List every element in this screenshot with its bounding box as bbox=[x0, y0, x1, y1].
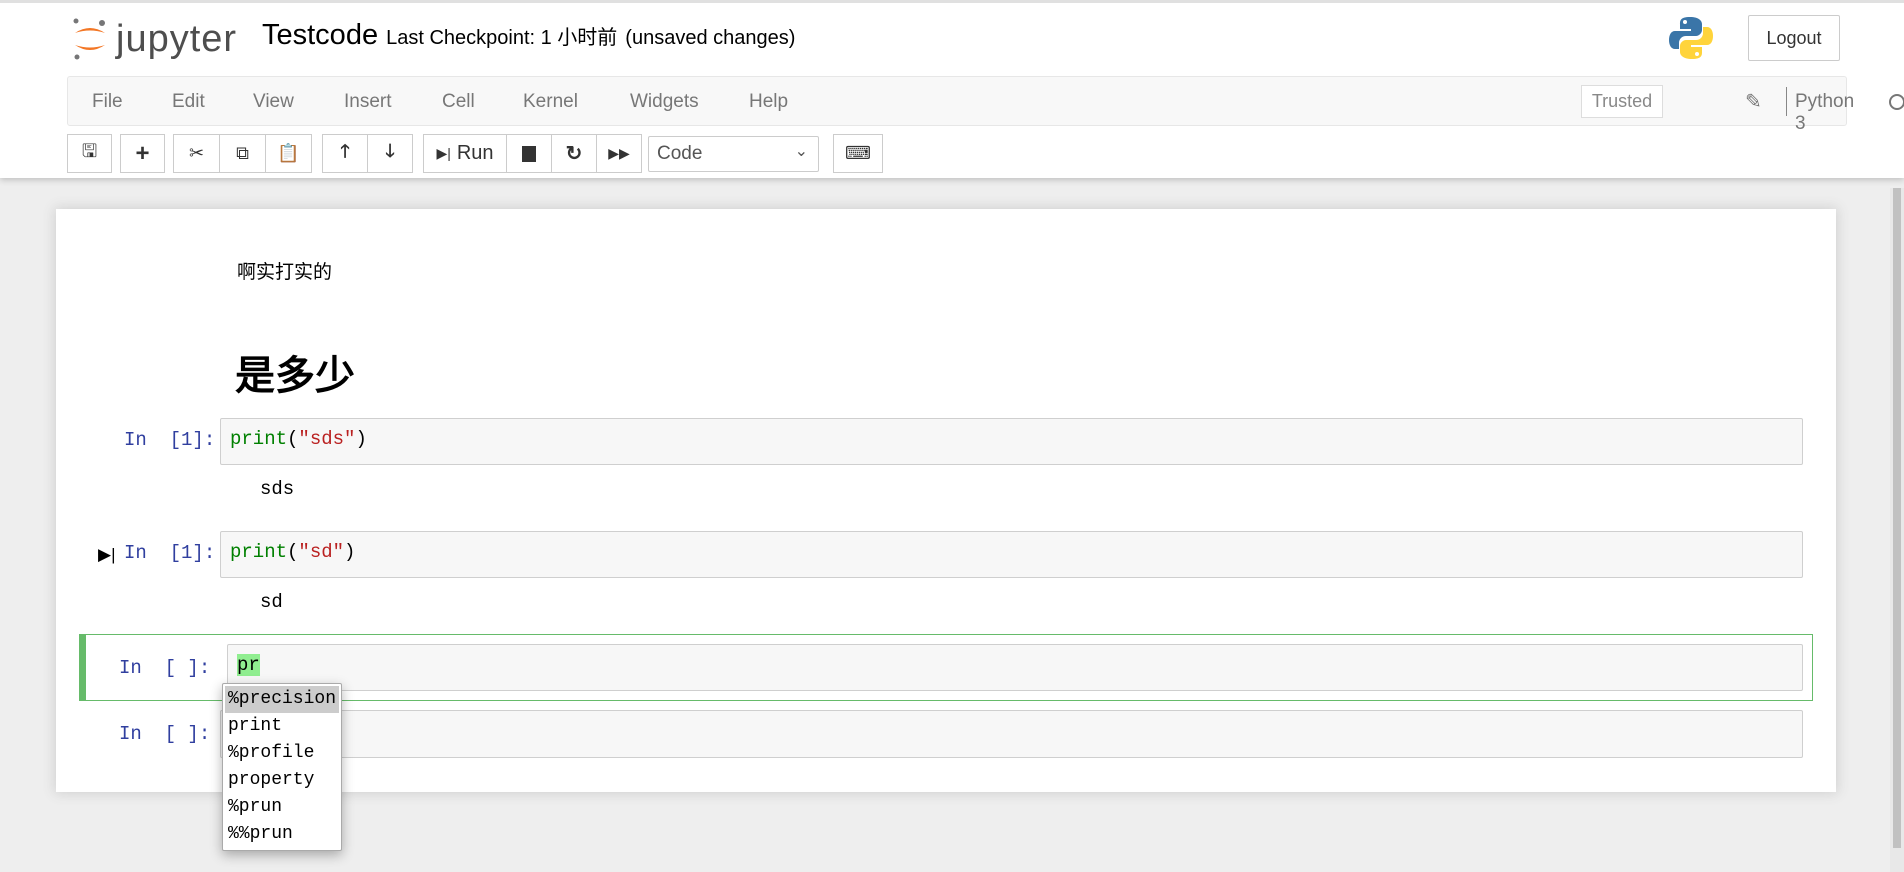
input-prompt: In [1]: bbox=[124, 429, 216, 451]
cell-type-value: Code bbox=[657, 143, 703, 164]
divider bbox=[1786, 87, 1787, 116]
menu-help[interactable]: Help bbox=[749, 91, 788, 113]
cell-output: sd bbox=[260, 591, 283, 613]
refresh-icon: ↻ bbox=[565, 143, 583, 165]
code-fn: print bbox=[230, 541, 288, 563]
fast-forward-icon: ▶▶ bbox=[608, 145, 630, 161]
code-input-active[interactable]: pr bbox=[227, 644, 1803, 691]
cell-type-select[interactable]: Code ⌄ bbox=[648, 136, 819, 172]
logout-button[interactable]: Logout bbox=[1748, 15, 1840, 61]
python-logo-icon bbox=[1669, 17, 1713, 59]
menu-edit[interactable]: Edit bbox=[172, 91, 205, 113]
move-up-button[interactable]: 🡑 bbox=[322, 134, 368, 173]
cut-button[interactable]: ✂ bbox=[173, 134, 220, 173]
code-input[interactable]: print("sd") bbox=[220, 531, 1803, 578]
plus-icon: + bbox=[135, 139, 150, 167]
menu-kernel[interactable]: Kernel bbox=[523, 91, 578, 113]
save-button[interactable]: 🖫 bbox=[67, 134, 112, 173]
completion-item[interactable]: %precision bbox=[225, 686, 339, 713]
scrollbar[interactable] bbox=[1890, 188, 1904, 872]
trusted-indicator[interactable]: Trusted bbox=[1581, 85, 1663, 118]
edit-mode-pencil-icon: ✎ bbox=[1745, 91, 1762, 113]
keyboard-icon: ⌨ bbox=[845, 143, 871, 163]
kernel-name[interactable]: Python 3 bbox=[1795, 91, 1854, 135]
code-input[interactable] bbox=[220, 710, 1803, 758]
unsaved-indicator: (unsaved changes) bbox=[625, 27, 796, 49]
input-prompt: In [ ]: bbox=[119, 723, 211, 745]
command-palette-button[interactable]: ⌨ bbox=[833, 134, 883, 173]
floppy-icon: 🖫 bbox=[81, 140, 98, 161]
restart-button[interactable]: ↻ bbox=[551, 134, 597, 173]
scrollbar-thumb[interactable] bbox=[1893, 188, 1901, 848]
completion-item[interactable]: %profile bbox=[225, 740, 339, 767]
paste-icon: 📋 bbox=[277, 143, 300, 163]
arrow-up-icon: 🡑 bbox=[340, 140, 350, 161]
header: jupyter Testcode Last Checkpoint: 1 小时前 … bbox=[0, 0, 1904, 178]
move-down-button[interactable]: 🡓 bbox=[367, 134, 413, 173]
step-forward-icon: ▶| bbox=[436, 145, 451, 161]
restart-run-all-button[interactable]: ▶▶ bbox=[596, 134, 642, 173]
code-fn: print bbox=[230, 428, 288, 450]
stop-icon bbox=[522, 145, 536, 162]
insert-cell-button[interactable]: + bbox=[120, 134, 165, 173]
markdown-heading[interactable]: 是多少 bbox=[235, 343, 355, 401]
cell-output: sds bbox=[260, 478, 295, 500]
run-button[interactable]: ▶| Run bbox=[423, 134, 507, 173]
input-prompt: In [1]: bbox=[124, 542, 216, 564]
scissors-icon: ✂ bbox=[188, 143, 205, 163]
menu-widgets[interactable]: Widgets bbox=[630, 91, 699, 113]
input-prompt: In [ ]: bbox=[119, 657, 211, 679]
menu-cell[interactable]: Cell bbox=[442, 91, 475, 113]
chevron-down-icon: ⌄ bbox=[794, 143, 808, 160]
logo-text: jupyter bbox=[116, 17, 238, 60]
completion-item[interactable]: print bbox=[225, 713, 339, 740]
checkpoint-status: Last Checkpoint: 1 小时前 bbox=[386, 27, 618, 49]
menu-insert[interactable]: Insert bbox=[344, 91, 392, 113]
completion-item[interactable]: %prun bbox=[225, 794, 339, 821]
code-text: pr bbox=[237, 654, 260, 676]
arrow-down-icon: 🡓 bbox=[385, 140, 395, 161]
code-input[interactable]: print("sds") bbox=[220, 418, 1803, 465]
menu-file[interactable]: File bbox=[92, 91, 123, 113]
copy-button[interactable]: ⧉ bbox=[219, 134, 266, 173]
interrupt-button[interactable] bbox=[506, 134, 552, 173]
menu-view[interactable]: View bbox=[253, 91, 294, 113]
menubar: File Edit View Insert Cell Kernel Widget… bbox=[67, 76, 1904, 134]
code-string: "sd" bbox=[298, 541, 345, 563]
kernel-idle-circle-icon bbox=[1889, 94, 1904, 110]
jupyter-logo-icon bbox=[73, 18, 105, 60]
completion-item[interactable]: %%prun bbox=[225, 821, 339, 848]
completion-item[interactable]: property bbox=[225, 767, 339, 794]
markdown-text[interactable]: 啊实打实的 bbox=[237, 257, 332, 284]
copy-icon: ⧉ bbox=[236, 143, 249, 163]
paste-button[interactable]: 📋 bbox=[265, 134, 312, 173]
run-label: Run bbox=[456, 142, 494, 164]
code-string: "sds" bbox=[298, 428, 356, 450]
running-indicator-icon: ▶| bbox=[98, 545, 116, 564]
autocomplete-dropdown: %precision print %profile property %prun… bbox=[222, 683, 342, 851]
notebook-name[interactable]: Testcode bbox=[262, 19, 378, 52]
jupyter-logo[interactable]: jupyter bbox=[72, 17, 237, 61]
